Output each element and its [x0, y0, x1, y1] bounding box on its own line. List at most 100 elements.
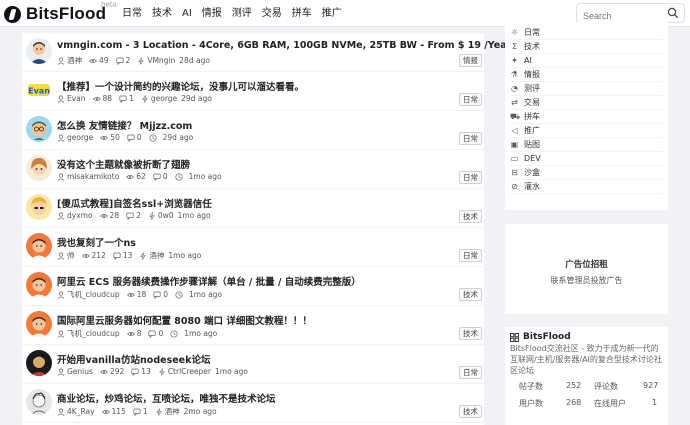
- image-icon: ▣: [510, 140, 519, 149]
- topic-last-replier[interactable]: 0w0: [158, 211, 174, 220]
- topic-title[interactable]: vmngin.com - 3 Location - 4Core, 6GB RAM…: [57, 40, 521, 51]
- topic-title[interactable]: [傻瓜式教程]自签名ssl+浏览器信任: [57, 196, 212, 210]
- site-logo[interactable]: BitsFlood: [4, 4, 106, 24]
- topic-title[interactable]: 阿里云 ECS 服务器续费操作步骤详解（单台 / 批量 / 自动续费完整版）: [57, 274, 361, 288]
- topic-category-tag[interactable]: 技术: [459, 210, 482, 223]
- sidebar-item-label: 推广: [524, 126, 540, 135]
- topic-title[interactable]: 国际阿里云服务器如何配置 8080 端口 详细图文教程！！！: [57, 313, 312, 327]
- sidebar-item[interactable]: ⇄ 交易: [510, 96, 663, 110]
- topic-row[interactable]: 没有这个主题就像被折断了翅膀 misakamikoto 62 0 1mo ago 日常: [22, 150, 484, 189]
- sidebar-item-label: 拼车: [524, 112, 540, 121]
- topic-title[interactable]: 开始用vanilla仿站nodeseek论坛: [57, 352, 210, 366]
- topic-row[interactable]: 我也复刻了一个ns 帅 212 13 酒神 1mo ago 日常: [22, 228, 484, 267]
- nav-trade[interactable]: 交易: [262, 7, 282, 20]
- topic-row[interactable]: 阿里云 ECS 服务器续费操作步骤详解（单台 / 批量 / 自动续费完整版） 飞机…: [22, 267, 484, 306]
- topic-row[interactable]: 国际阿里云服务器如何配置 8080 端口 详细图文教程！！！ 飞机_cloudcu…: [22, 306, 484, 345]
- sidebar-item[interactable]: ◁ 推广: [510, 124, 663, 138]
- eye-icon: [99, 211, 110, 220]
- sidebar-item[interactable]: ⛟ 拼车: [510, 110, 663, 124]
- topic-author[interactable]: Evan: [67, 94, 86, 103]
- nav-carpool[interactable]: 拼车: [292, 7, 312, 20]
- logo-text: BitsFlood: [26, 4, 107, 23]
- sidebar-item[interactable]: ◔ 测评: [510, 82, 663, 96]
- topic-title[interactable]: 商业论坛，炒鸡论坛，互喷论坛，唯独不是技术论坛: [57, 391, 276, 405]
- topic-row[interactable]: 开始用vanilla仿站nodeseek论坛 Genius 292 13 CtrlCre…: [22, 345, 484, 384]
- stat-label-online: 在线用户: [594, 399, 626, 408]
- avatar[interactable]: [26, 155, 52, 181]
- topic-category-tag[interactable]: 情报: [459, 54, 482, 67]
- topic-last-replier[interactable]: 酒神: [149, 250, 164, 261]
- avatar[interactable]: [26, 272, 52, 298]
- avatar[interactable]: [26, 311, 52, 337]
- topic-row[interactable]: Evan 【推荐】一个设计简约的兴趣论坛，没事儿可以溜达看看。 Evan 88 1 geo…: [22, 72, 484, 111]
- topic-time: 29d ago: [162, 133, 194, 142]
- sidebar-item[interactable]: ⊟ 沙盒: [510, 166, 663, 180]
- topic-author[interactable]: 酒神: [67, 55, 82, 66]
- topic-category-tag[interactable]: 日常: [459, 249, 482, 262]
- topic-views: 292: [109, 367, 125, 376]
- user-icon: [57, 251, 67, 260]
- search-icon[interactable]: [667, 7, 679, 19]
- chat-icon: [153, 172, 163, 181]
- topic-meta: 飞机_cloudcup 8 0 1mo ago: [57, 328, 217, 339]
- topic-category-tag[interactable]: 日常: [459, 171, 482, 184]
- topic-author[interactable]: dyxmo: [67, 211, 93, 220]
- topic-category-tag[interactable]: 日常: [459, 132, 482, 145]
- avatar[interactable]: [26, 233, 52, 259]
- clock-icon: [175, 290, 185, 299]
- topic-category-tag[interactable]: 技术: [459, 288, 482, 301]
- topic-author[interactable]: george: [67, 133, 93, 142]
- topic-row[interactable]: 怎么换 友情链接？ Mjjzz.com george 50 0 29d ago 日常: [22, 111, 484, 150]
- ad-subtitle[interactable]: 联系管理员投放广告: [505, 275, 668, 286]
- topic-author[interactable]: 帅: [67, 250, 75, 261]
- topic-last-replier[interactable]: VMngin: [147, 56, 175, 65]
- topic-category-tag[interactable]: 技术: [459, 405, 482, 418]
- topic-author[interactable]: 飞机_cloudcup: [67, 289, 120, 300]
- avatar[interactable]: [26, 116, 52, 142]
- topic-author[interactable]: Genius: [67, 367, 93, 376]
- topic-time: 28d ago: [179, 56, 210, 65]
- topic-meta: misakamikoto 62 0 1mo ago: [57, 172, 222, 181]
- topic-row[interactable]: vmngin.com - 3 Location - 4Core, 6GB RAM…: [22, 33, 521, 72]
- nav-tech[interactable]: 技术: [152, 7, 172, 20]
- avatar[interactable]: Evan: [26, 77, 52, 103]
- avatar[interactable]: [26, 194, 52, 220]
- eye-icon: [100, 133, 110, 142]
- sidebar-item[interactable]: Σ 技术: [510, 40, 663, 54]
- topic-author[interactable]: 飞机_cloudcup: [67, 328, 120, 339]
- topic-category-tag[interactable]: 技术: [459, 327, 482, 340]
- topic-category-tag[interactable]: 日常: [459, 366, 482, 379]
- sidebar-item[interactable]: ▭ DEV: [510, 152, 663, 166]
- nav-promo[interactable]: 推广: [322, 7, 342, 20]
- avatar[interactable]: [26, 350, 52, 376]
- nav-intel[interactable]: 情报: [202, 7, 222, 20]
- eye-icon: [126, 172, 136, 181]
- topic-last-replier[interactable]: 酒神: [165, 406, 180, 417]
- topic-title[interactable]: 怎么换 友情链接？ Mjjzz.com: [57, 118, 192, 132]
- topic-meta: 飞机_cloudcup 18 0 1mo ago: [57, 289, 222, 300]
- nav-daily[interactable]: 日常: [122, 7, 142, 20]
- topic-author[interactable]: 4K_Ray: [67, 407, 95, 416]
- topic-replies: 13: [141, 367, 151, 376]
- stat-value-posts: 252: [566, 381, 582, 390]
- avatar[interactable]: [26, 38, 52, 64]
- avatar[interactable]: [26, 389, 52, 415]
- sidebar-item[interactable]: ⊘ 灌水: [510, 180, 663, 194]
- topic-title[interactable]: 没有这个主题就像被折断了翅膀: [57, 157, 190, 171]
- topic-row[interactable]: 商业论坛，炒鸡论坛，互喷论坛，唯独不是技术论坛 4K_Ray 115 1 酒神 2mo a…: [22, 384, 484, 423]
- topic-category-tag[interactable]: 日常: [459, 93, 482, 106]
- topic-last-replier[interactable]: CtrlCreeper: [168, 367, 211, 376]
- nav-ai[interactable]: AI: [182, 7, 192, 20]
- nav-review[interactable]: 测评: [232, 7, 252, 20]
- sidebar-item[interactable]: ✦ AI: [510, 54, 663, 68]
- sidebar-item-label: AI: [524, 56, 532, 65]
- sidebar-item[interactable]: ☼ 日常: [510, 26, 663, 40]
- topic-last-replier[interactable]: george: [151, 94, 177, 103]
- sidebar-item[interactable]: ▣ 贴图: [510, 138, 663, 152]
- topic-title[interactable]: 【推荐】一个设计简约的兴趣论坛，没事儿可以溜达看看。: [57, 79, 304, 93]
- topic-title[interactable]: 我也复刻了一个ns: [57, 235, 136, 249]
- topic-author[interactable]: misakamikoto: [67, 172, 119, 181]
- sidebar-item[interactable]: ⚗ 情报: [510, 68, 663, 82]
- topic-row[interactable]: [傻瓜式教程]自签名ssl+浏览器信任 dyxmo 28 2 0w0 1mo ago 技术: [22, 189, 484, 228]
- topic-replies: 1: [129, 94, 134, 103]
